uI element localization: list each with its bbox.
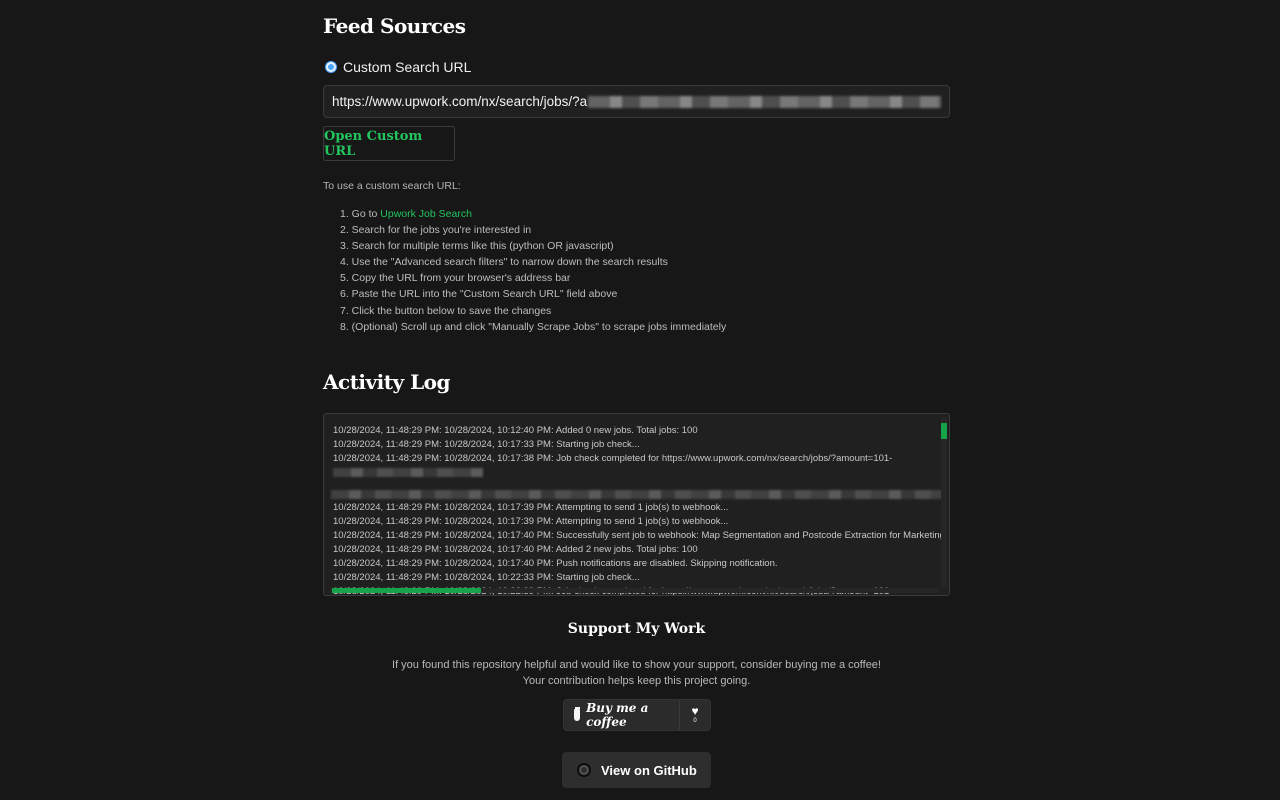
help-step: 5. Copy the URL from your browser's addr… bbox=[340, 272, 571, 285]
custom-url-value: https://www.upwork.com/nx/search/jobs/?a bbox=[332, 94, 588, 109]
support-title: Support My Work bbox=[567, 621, 706, 637]
log-line: 10/28/2024, 11:48:29 PM: 10/28/2024, 10:… bbox=[333, 572, 640, 583]
radio-label: Custom Search URL bbox=[343, 59, 472, 75]
bmc-main[interactable]: Buy me a coffee bbox=[564, 700, 680, 730]
help-step: 2. Search for the jobs you're interested… bbox=[340, 224, 532, 237]
log-horizontal-scrollbar-thumb[interactable] bbox=[332, 588, 481, 593]
view-on-github-button[interactable]: View on GitHub bbox=[562, 752, 711, 788]
support-text: If you found this repository helpful and… bbox=[392, 659, 881, 687]
help-step: 4. Use the "Advanced search filters" to … bbox=[340, 256, 668, 269]
log-line: 10/28/2024, 11:48:29 PM: 10/28/2024, 10:… bbox=[333, 502, 729, 513]
github-icon bbox=[577, 763, 591, 777]
bmc-supporters[interactable]: ♥ 0 bbox=[680, 703, 710, 725]
log-line: 10/28/2024, 11:48:29 PM: 10/28/2024, 10:… bbox=[333, 544, 698, 555]
bmc-count: 0 bbox=[693, 717, 697, 724]
buy-me-a-coffee-button[interactable]: Buy me a coffee ♥ 0 bbox=[563, 699, 711, 731]
log-line: 10/28/2024, 11:48:29 PM: 10/28/2024, 10:… bbox=[333, 425, 698, 436]
help-steps: 1. Go to Upwork Job Search 2. Search for… bbox=[340, 206, 726, 335]
custom-url-input[interactable]: https://www.upwork.com/nx/search/jobs/?a bbox=[323, 85, 950, 118]
log-line: 10/28/2024, 11:48:29 PM: 10/28/2024, 10:… bbox=[333, 439, 640, 450]
log-line: 10/28/2024, 11:48:29 PM: 10/28/2024, 10:… bbox=[333, 558, 778, 569]
heart-icon: ♥ bbox=[691, 703, 699, 718]
upwork-job-search-link[interactable]: Upwork Job Search bbox=[380, 208, 472, 220]
log-line: 10/28/2024, 11:48:29 PM: 10/28/2024, 10:… bbox=[333, 530, 945, 541]
activity-log[interactable]: 10/28/2024, 11:48:29 PM: 10/28/2024, 10:… bbox=[323, 413, 950, 596]
redacted-log-text bbox=[331, 490, 943, 499]
help-step: 3. Search for multiple terms like this (… bbox=[340, 240, 614, 253]
help-step: 8. (Optional) Scroll up and click "Manua… bbox=[340, 320, 727, 333]
log-line: 10/28/2024, 11:48:29 PM: 10/28/2024, 10:… bbox=[333, 516, 729, 527]
help-step: 1. Go to Upwork Job Search bbox=[340, 208, 472, 220]
help-intro: To use a custom search URL: bbox=[323, 180, 461, 192]
open-custom-url-button[interactable]: Open Custom URL bbox=[323, 126, 455, 161]
log-line: 10/28/2024, 11:48:29 PM: 10/28/2024, 10:… bbox=[333, 453, 893, 464]
bmc-label: Buy me a coffee bbox=[586, 701, 649, 729]
redacted-log-text bbox=[333, 468, 483, 477]
custom-search-url-radio[interactable]: Custom Search URL bbox=[326, 59, 471, 75]
redacted-query-string bbox=[588, 95, 941, 108]
help-step: 7. Click the button below to save the ch… bbox=[340, 304, 552, 317]
log-vertical-scrollbar-thumb[interactable] bbox=[941, 423, 947, 439]
feed-sources-title: Feed Sources bbox=[323, 14, 466, 38]
activity-log-content: 10/28/2024, 11:48:29 PM: 10/28/2024, 10:… bbox=[331, 424, 945, 595]
github-label: View on GitHub bbox=[601, 762, 697, 778]
log-vertical-scrollbar[interactable] bbox=[941, 417, 947, 587]
coffee-cup-icon bbox=[574, 707, 581, 721]
help-step: 6. Paste the URL into the "Custom Search… bbox=[340, 288, 618, 301]
log-horizontal-scrollbar[interactable] bbox=[330, 588, 939, 593]
radio-selected-icon[interactable] bbox=[326, 62, 336, 72]
activity-log-title: Activity Log bbox=[323, 370, 450, 394]
